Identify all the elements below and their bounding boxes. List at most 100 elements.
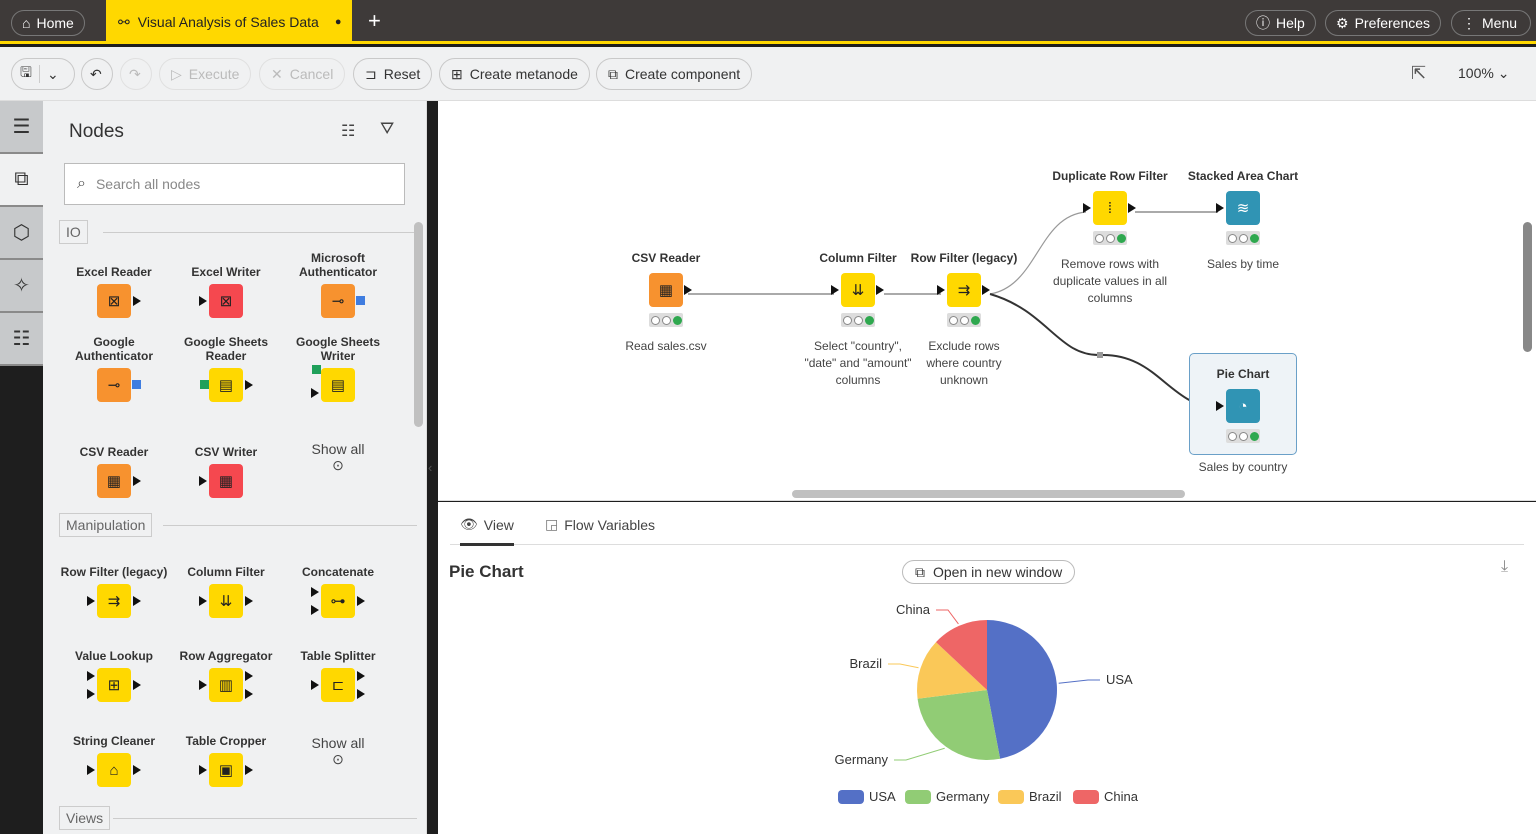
tab-workflow[interactable]: ⚯ Visual Analysis of Sales Data ●	[106, 0, 352, 44]
workflow-node[interactable]: Stacked Area Chart ≋ Sales by time	[1178, 169, 1308, 273]
repo-node-label: CSV Writer	[194, 445, 258, 459]
repo-node[interactable]: Row Filter (legacy) ⇉	[58, 549, 170, 618]
legend-label[interactable]: China	[1104, 789, 1139, 804]
pie-label: China	[896, 602, 931, 617]
node-title: Pie Chart	[1216, 367, 1270, 381]
workflow-node[interactable]: Pie Chart ◔ Sales by country	[1178, 367, 1308, 476]
legend-swatch[interactable]	[905, 790, 931, 804]
workflow-node[interactable]: Row Filter (legacy) ⇉ Exclude rows where c…	[899, 251, 1029, 389]
zoom-dropdown[interactable]: 100% ⌄	[1458, 65, 1509, 82]
output-port-icon[interactable]	[684, 285, 692, 295]
create-component-button[interactable]: ⧉ Create component	[596, 58, 753, 90]
repo-node[interactable]: Value Lookup ⊞	[58, 633, 170, 702]
node-icon: ⊶	[311, 584, 365, 618]
repo-node[interactable]: Google Sheets Writer ▤	[282, 333, 394, 402]
legend-swatch[interactable]	[838, 790, 864, 804]
workflow-node[interactable]: Duplicate Row Filter ⁞ Remove rows with du…	[1045, 169, 1175, 307]
cancel-button[interactable]: ✕ Cancel	[259, 58, 346, 90]
repo-node[interactable]: Table Splitter ⊏	[282, 633, 394, 702]
pie-label-line	[936, 609, 959, 625]
undo-button[interactable]: ↶	[81, 58, 113, 90]
show-all-button[interactable]: Show all ⊙	[282, 735, 394, 768]
status-light-executed	[864, 315, 874, 325]
chevron-down-icon[interactable]: ⌄	[47, 66, 59, 83]
pie-slice-usa[interactable]	[987, 620, 1057, 759]
legend-label[interactable]: Brazil	[1029, 789, 1062, 804]
search-input[interactable]: ⌕ Search all nodes	[64, 163, 405, 205]
panel-scrollbar[interactable]	[414, 222, 423, 427]
port-icon	[199, 476, 207, 486]
node-icon: ▦	[97, 464, 141, 498]
legend-swatch[interactable]	[1073, 790, 1099, 804]
list-view-icon[interactable]: ☷	[341, 121, 355, 141]
description-icon[interactable]: ☰	[0, 101, 43, 154]
input-port-icon[interactable]	[937, 285, 945, 295]
repo-node[interactable]: Google Sheets Reader ▤	[170, 333, 282, 402]
collapse-panel-icon[interactable]: ‹	[428, 460, 432, 475]
arrow-right-circle-icon: ⊙	[332, 751, 344, 767]
input-port-icon[interactable]	[1083, 203, 1091, 213]
space-explorer-icon[interactable]: ⬡	[0, 207, 43, 260]
status-light	[1227, 431, 1237, 441]
node-icon: ⊠	[97, 284, 141, 318]
input-port-icon[interactable]	[1216, 401, 1224, 411]
repo-node[interactable]: CSV Reader ▦	[58, 429, 170, 498]
input-port-icon[interactable]	[831, 285, 839, 295]
port-icon	[87, 671, 95, 681]
show-all-button[interactable]: Show all ⊙	[282, 441, 394, 474]
output-port-icon[interactable]	[1128, 203, 1136, 213]
execute-button[interactable]: ▷ Execute	[159, 58, 252, 90]
monitor-icon[interactable]: ☷	[0, 313, 43, 366]
workflow-node[interactable]: CSV Reader ▦ Read sales.csv	[601, 251, 731, 355]
filter-icon[interactable]: ⛛	[380, 119, 394, 139]
menu-button[interactable]: ⋮ Menu	[1451, 10, 1531, 36]
status-light-executed	[1116, 233, 1126, 243]
reset-label: Reset	[383, 66, 421, 82]
reset-button[interactable]: ⊐ Reset	[353, 58, 433, 90]
output-port-icon[interactable]	[982, 285, 990, 295]
port-icon	[132, 380, 141, 389]
home-button[interactable]: ⌂ Home	[11, 10, 85, 36]
legend-swatch[interactable]	[998, 790, 1024, 804]
metanode-icon: ⊞	[451, 65, 463, 82]
redo-button[interactable]: ↷	[120, 58, 152, 90]
output-port-icon[interactable]	[876, 285, 884, 295]
repo-node[interactable]: Concatenate ⊶	[282, 549, 394, 618]
repo-node[interactable]: CSV Writer ▦	[170, 429, 282, 498]
repo-node[interactable]: Google Authenticator ⊸	[58, 333, 170, 402]
category-divider	[113, 818, 417, 819]
repo-node[interactable]: Excel Writer ⊠	[170, 249, 282, 318]
repo-node[interactable]: Table Cropper ▣	[170, 718, 282, 787]
repo-node[interactable]: Row Aggregator ▥	[170, 633, 282, 702]
execute-label: Execute	[188, 66, 240, 82]
pie-slice-germany[interactable]	[917, 690, 1001, 760]
repo-node[interactable]: Microsoft Authenticator ⊸	[282, 249, 394, 318]
legend-label[interactable]: Germany	[936, 789, 990, 804]
help-button[interactable]: ⓘ Help	[1245, 10, 1316, 36]
repo-node[interactable]: String Cleaner ⌂	[58, 718, 170, 787]
canvas-vscrollbar[interactable]	[1523, 222, 1532, 352]
node-title: Row Filter (legacy)	[910, 251, 1018, 265]
status-light	[661, 315, 671, 325]
port-icon	[311, 587, 319, 597]
repo-node-label: Microsoft Authenticator	[299, 251, 377, 279]
status-light	[1094, 233, 1104, 243]
preferences-button[interactable]: ⚙ Preferences	[1325, 10, 1442, 36]
canvas-hscrollbar[interactable]	[792, 490, 1185, 498]
side-rail: ☰ ⧉ ⬡ ✧ ☷	[0, 101, 43, 834]
new-tab-button[interactable]: +	[368, 8, 381, 34]
repo-node[interactable]: Column Filter ⇊	[170, 549, 282, 618]
pointer-mode-icon[interactable]: ⇱	[1411, 63, 1426, 84]
legend-label[interactable]: USA	[869, 789, 896, 804]
save-button[interactable]: 🖫 ⌄	[11, 58, 75, 90]
create-metanode-button[interactable]: ⊞ Create metanode	[439, 58, 590, 90]
node-repository-icon[interactable]: ⧉	[0, 154, 43, 207]
port-icon	[311, 605, 319, 615]
input-port-icon[interactable]	[1216, 203, 1224, 213]
repo-node[interactable]: Excel Reader ⊠	[58, 249, 170, 318]
workflow-canvas[interactable]: CSV Reader ▦ Read sales.csv Column Filter ⇊ S…	[438, 101, 1536, 501]
ai-assistant-icon[interactable]: ✧	[0, 260, 43, 313]
status-indicator	[1226, 231, 1260, 245]
node-annotation: Read sales.csv	[625, 339, 707, 353]
home-icon: ⌂	[22, 15, 31, 31]
